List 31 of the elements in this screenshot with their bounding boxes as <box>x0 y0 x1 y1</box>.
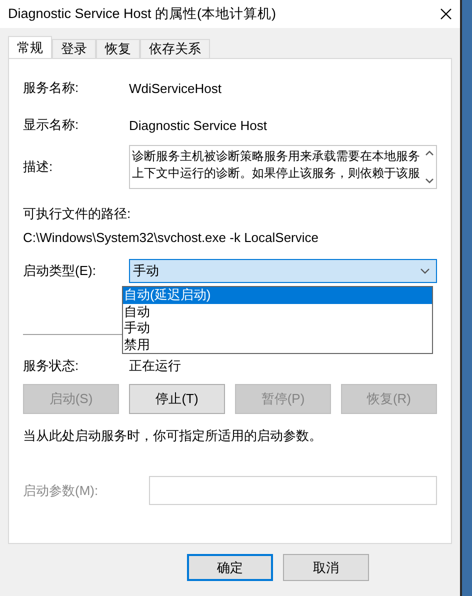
description-box[interactable]: 诊断服务主机被诊断策略服务用来承载需要在本地服务上下文中运行的诊断。如果停止该服务，则依赖于该服 <box>129 145 437 189</box>
field-label: 启动参数(M): <box>23 482 100 500</box>
window-title: Diagnostic Service Host 的属性(本地计算机) <box>8 5 276 23</box>
dropdown-option[interactable]: 自动 <box>123 304 432 320</box>
scroll-down-icon[interactable] <box>424 178 434 184</box>
service-status: 正在运行 <box>129 357 181 375</box>
field-label: 描述: <box>23 158 54 176</box>
field-label: 启动类型(E): <box>23 262 97 280</box>
tab[interactable]: 常规 <box>8 36 52 58</box>
chevron-down-icon <box>420 268 430 274</box>
startup-type-dropdown[interactable]: 手动 <box>129 259 437 283</box>
ok-button[interactable]: 确定 <box>187 554 273 581</box>
dropdown-option[interactable]: 自动(延迟启动) <box>123 287 432 304</box>
tab[interactable]: 登录 <box>52 39 96 58</box>
dropdown-option[interactable]: 禁用 <box>123 336 432 353</box>
display-name: Diagnostic Service Host <box>129 118 267 132</box>
field-label: 显示名称: <box>23 116 80 134</box>
start-parameters-field[interactable] <box>149 476 437 505</box>
scroll-up-icon[interactable] <box>424 150 434 156</box>
dropdown-option[interactable]: 手动 <box>123 320 432 336</box>
hint-text: 当从此处启动服务时，你可指定所适用的启动参数。 <box>23 427 323 445</box>
field-label: 可执行文件的路径: <box>23 205 132 223</box>
field-label: 服务状态: <box>23 357 80 375</box>
tab[interactable]: 恢复 <box>96 39 140 58</box>
cancel-button[interactable]: 取消 <box>283 554 369 581</box>
field-label: 服务名称: <box>23 79 80 97</box>
service-name: WdiServiceHost <box>129 80 222 96</box>
service-button[interactable]: 停止(T) <box>129 384 225 414</box>
close-icon[interactable] <box>440 8 452 20</box>
tab[interactable]: 依存关系 <box>140 39 210 58</box>
executable-path: C:\Windows\System32\svchost.exe -k LocalService <box>23 230 320 245</box>
